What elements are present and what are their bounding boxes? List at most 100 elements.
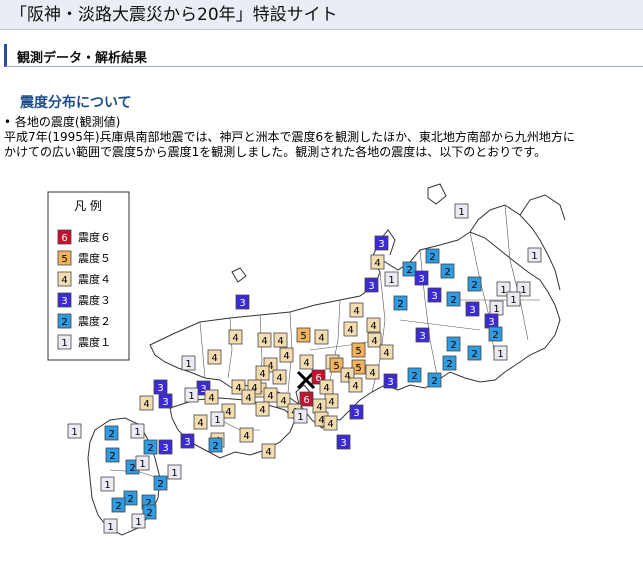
station-marker: 5	[351, 342, 366, 358]
svg-text:3: 3	[353, 408, 359, 419]
svg-text:3: 3	[387, 377, 393, 388]
svg-text:2: 2	[397, 299, 403, 310]
station-marker: 1	[181, 355, 196, 371]
legend-label-2: 震度２	[78, 314, 111, 328]
station-marker: 6	[299, 391, 314, 407]
svg-text:2: 2	[411, 371, 417, 382]
svg-text:4: 4	[232, 333, 238, 344]
svg-text:4: 4	[327, 419, 333, 430]
svg-text:5: 5	[355, 363, 361, 374]
svg-text:3: 3	[157, 383, 163, 394]
station-marker: 3	[349, 404, 364, 420]
legend-label-4: 震度４	[78, 272, 111, 286]
station-marker: 2	[407, 367, 422, 383]
station-marker: 1	[506, 291, 521, 307]
legend-title: 凡 例	[74, 199, 102, 213]
svg-text:1: 1	[139, 459, 145, 470]
svg-text:2: 2	[446, 359, 452, 370]
station-marker: 2	[446, 336, 461, 352]
station-marker: 3	[383, 373, 398, 389]
svg-text:5: 5	[61, 254, 67, 265]
station-marker: 4	[299, 354, 314, 370]
svg-text:1: 1	[104, 480, 110, 491]
svg-text:6: 6	[303, 395, 309, 406]
svg-text:2: 2	[450, 295, 456, 306]
svg-text:1: 1	[185, 359, 191, 370]
svg-text:2: 2	[406, 265, 412, 276]
svg-text:1: 1	[171, 468, 177, 479]
station-marker: 4	[241, 389, 256, 405]
svg-text:4: 4	[261, 336, 267, 347]
svg-text:2: 2	[471, 349, 477, 360]
station-marker: 4	[193, 414, 208, 430]
station-marker: 4	[279, 347, 294, 363]
svg-text:3: 3	[368, 281, 374, 292]
svg-text:2: 2	[431, 376, 437, 387]
station-marker: 4	[323, 415, 338, 431]
station-marker: 3	[415, 327, 430, 343]
station-marker: 2	[427, 372, 442, 388]
svg-text:1: 1	[510, 295, 516, 306]
svg-text:2: 2	[492, 330, 498, 341]
svg-text:3: 3	[162, 397, 168, 408]
svg-text:4: 4	[267, 391, 273, 402]
svg-text:4: 4	[225, 407, 231, 418]
svg-text:4: 4	[143, 399, 149, 410]
station-marker: 2	[402, 261, 417, 277]
svg-text:2: 2	[61, 317, 67, 328]
svg-text:2: 2	[212, 441, 218, 452]
svg-text:4: 4	[277, 336, 283, 347]
station-marker: 2	[467, 345, 482, 361]
svg-text:2: 2	[157, 479, 163, 490]
svg-text:4: 4	[276, 373, 282, 384]
svg-text:2: 2	[129, 463, 135, 474]
station-marker: 4	[261, 443, 276, 459]
svg-text:4: 4	[374, 258, 380, 269]
station-marker: 1	[454, 203, 469, 219]
station-marker: 4	[312, 398, 327, 414]
station-marker: 2	[467, 276, 482, 292]
station-marker: 4	[139, 395, 154, 411]
station-marker: 2	[393, 295, 408, 311]
station-marker: 4	[273, 332, 288, 348]
svg-text:3: 3	[162, 443, 168, 454]
svg-text:1: 1	[188, 391, 194, 402]
station-marker: 2	[440, 263, 455, 279]
svg-text:4: 4	[243, 431, 249, 442]
station-marker: 4	[348, 377, 363, 393]
svg-text:3: 3	[378, 239, 384, 250]
svg-text:1: 1	[61, 338, 67, 349]
station-marker: 1	[493, 345, 508, 361]
legend-swatch-5: 5	[57, 250, 72, 266]
svg-text:1: 1	[388, 275, 394, 286]
svg-text:4: 4	[369, 368, 375, 379]
svg-text:4: 4	[211, 353, 217, 364]
svg-text:4: 4	[235, 383, 241, 394]
station-marker: 3	[336, 434, 351, 450]
station-marker: 4	[370, 254, 385, 270]
svg-text:4: 4	[259, 405, 265, 416]
station-marker: 2	[208, 437, 223, 453]
svg-text:4: 4	[318, 333, 324, 344]
station-marker: 1	[184, 387, 199, 403]
station-marker: 2	[442, 355, 457, 371]
station-marker: 1	[210, 411, 225, 427]
svg-text:2: 2	[471, 280, 477, 291]
station-marker: 4	[367, 332, 382, 348]
seismic-intensity-map: 113242 231 2 1 13 232 1134 33443 254 444 4 22 15 44 44…	[47, 183, 566, 536]
svg-text:2: 2	[115, 501, 121, 512]
station-marker: 3	[235, 294, 250, 310]
station-marker: 4	[379, 344, 394, 360]
legend-label-5: 震度５	[78, 251, 111, 265]
station-marker: 1	[103, 518, 118, 534]
svg-text:1: 1	[497, 349, 503, 360]
svg-text:4: 4	[197, 418, 203, 429]
svg-text:6: 6	[61, 233, 67, 244]
svg-text:4: 4	[208, 393, 214, 404]
svg-text:3: 3	[488, 317, 494, 328]
station-marker: 3	[484, 313, 499, 329]
svg-text:4: 4	[245, 393, 251, 404]
station-marker: 4	[207, 349, 222, 365]
svg-text:3: 3	[431, 291, 437, 302]
svg-text:4: 4	[323, 383, 329, 394]
